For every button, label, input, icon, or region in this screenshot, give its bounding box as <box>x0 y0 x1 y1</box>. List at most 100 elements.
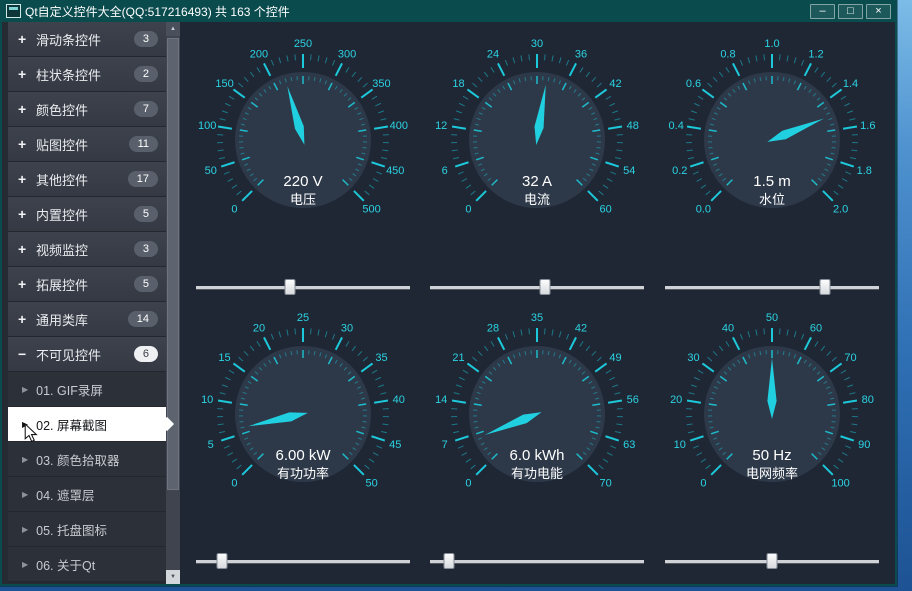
sidebar-group-8[interactable]: +拓展控件5 <box>8 267 166 302</box>
gauge-tick <box>454 431 460 432</box>
gauge-tick <box>374 127 388 129</box>
gauge-tick <box>225 103 230 106</box>
window-controls: – □ × <box>810 4 891 19</box>
gauge-tick <box>580 341 583 346</box>
gauge-tick <box>513 331 515 337</box>
sidebar-group-label: 视频监控 <box>36 240 134 259</box>
sidebar-scrollbar[interactable]: ▲ ▼ <box>166 22 180 584</box>
slider-handle[interactable] <box>766 553 777 569</box>
gauge-tick <box>592 351 596 355</box>
gauge-tick <box>711 191 721 201</box>
gauge-tick <box>831 148 835 149</box>
gauge-tick <box>713 351 717 355</box>
close-button[interactable]: × <box>866 4 891 19</box>
gauge-tick <box>567 60 569 66</box>
gauge-tick <box>468 89 479 97</box>
slider-handle[interactable] <box>216 553 227 569</box>
gauge-tick <box>845 446 851 448</box>
sidebar-group-4[interactable]: +贴图控件11 <box>8 127 166 162</box>
sidebar-group-label: 内置控件 <box>36 205 134 224</box>
gauge-tick <box>372 96 377 99</box>
sidebar-group-7[interactable]: +视频监控3 <box>8 232 166 267</box>
gauge-tick <box>560 331 562 337</box>
gauge-tick <box>372 162 385 166</box>
gauge-scale-label: 36 <box>575 49 587 61</box>
count-badge: 3 <box>134 31 158 47</box>
gauge-tick <box>851 150 857 151</box>
gauge-tick <box>224 446 230 448</box>
gauge-scale-label: 30 <box>341 323 353 335</box>
slider-track[interactable] <box>430 286 644 290</box>
sidebar-item-4[interactable]: ▶04. 遮罩层 <box>8 477 166 512</box>
gauge-tick <box>365 465 370 469</box>
sidebar-group-1[interactable]: +滑动条控件3 <box>8 22 166 57</box>
gauge-tick <box>295 54 296 60</box>
slider-handle[interactable] <box>285 279 296 295</box>
gauge-tick <box>804 337 810 349</box>
gauge-slider-5[interactable] <box>430 552 644 570</box>
gauge-tick <box>376 103 381 106</box>
gauge-slider-4[interactable] <box>196 552 410 570</box>
gauge-tick <box>381 157 387 158</box>
minimize-button[interactable]: – <box>810 4 835 19</box>
gauge-cell-3: 0.00.20.40.60.81.01.21.41.61.82.01.5 m水位 <box>657 26 887 300</box>
sidebar-group-5[interactable]: +其他控件17 <box>8 162 166 197</box>
slider-handle[interactable] <box>443 553 454 569</box>
gauge-tick <box>840 162 853 166</box>
sidebar-group-9[interactable]: +通用类库14 <box>8 302 166 337</box>
gauge-tick <box>691 385 697 387</box>
slider-track[interactable] <box>430 560 644 564</box>
slider-track[interactable] <box>196 560 410 564</box>
slider-track[interactable] <box>196 286 410 290</box>
titlebar[interactable]: Qt自定义控件大全(QQ:517216493) 共 163 个控件 – □ × <box>0 0 897 22</box>
gauge-tick <box>244 77 248 81</box>
sidebar-item-label: 02. 屏幕截图 <box>36 415 107 434</box>
gauge-slider-3[interactable] <box>665 278 879 296</box>
gauge-tick <box>613 111 619 113</box>
sidebar-item-5[interactable]: ▶05. 托盘图标 <box>8 512 166 547</box>
gauge-tick <box>222 111 228 113</box>
slider-track[interactable] <box>665 286 879 290</box>
scroll-down-icon[interactable]: ▼ <box>166 570 180 584</box>
sidebar-item-1[interactable]: ▶01. GIF录屏 <box>8 372 166 407</box>
gauge-slider-6[interactable] <box>665 552 879 570</box>
count-badge: 6 <box>134 346 158 362</box>
gauge-scale-label: 40 <box>722 323 734 335</box>
sidebar-group-6[interactable]: +内置控件5 <box>8 197 166 232</box>
slider-handle[interactable] <box>820 279 831 295</box>
gauge-tick <box>218 127 232 129</box>
gauge-tick <box>608 453 613 456</box>
gauge-scale-label: 70 <box>600 478 612 490</box>
gauge-tick <box>756 330 757 336</box>
sidebar-group-3[interactable]: +颜色控件7 <box>8 92 166 127</box>
gauge-slider-1[interactable] <box>196 278 410 296</box>
gauge-tick <box>473 357 478 361</box>
gauge-tick <box>521 56 522 62</box>
gauge-tick <box>708 148 712 149</box>
scroll-up-icon[interactable]: ▲ <box>166 22 180 36</box>
gauge-tick <box>833 191 838 195</box>
gauge-title: 电流 <box>524 192 550 207</box>
sidebar-item-6[interactable]: ▶06. 关于Qt <box>8 547 166 582</box>
sidebar-group-10[interactable]: −不可见控件6 <box>8 337 166 372</box>
gauge-slider-2[interactable] <box>430 278 644 296</box>
gauge-tick <box>779 328 780 334</box>
maximize-button[interactable]: □ <box>838 4 863 19</box>
gauge-tick <box>466 459 471 462</box>
sidebar-group-2[interactable]: +柱状条控件2 <box>8 57 166 92</box>
gauge-tick <box>456 162 469 166</box>
gauge-tick <box>847 111 853 113</box>
gauge-tick <box>843 401 857 403</box>
gauge-tick <box>463 96 468 99</box>
count-badge: 3 <box>134 241 158 257</box>
expand-icon: + <box>18 66 36 82</box>
gauge-tick <box>711 465 721 475</box>
gauge-scale-label: 80 <box>861 394 873 406</box>
gauge-title: 有功功率 <box>277 466 329 481</box>
sidebar-item-3[interactable]: ▶03. 颜色拾取器 <box>8 442 166 477</box>
gauge-tick <box>726 67 729 72</box>
gauge-tick <box>688 431 694 432</box>
slider-handle[interactable] <box>539 279 550 295</box>
gauge-tick <box>471 191 476 195</box>
gauge-tick <box>687 127 701 129</box>
